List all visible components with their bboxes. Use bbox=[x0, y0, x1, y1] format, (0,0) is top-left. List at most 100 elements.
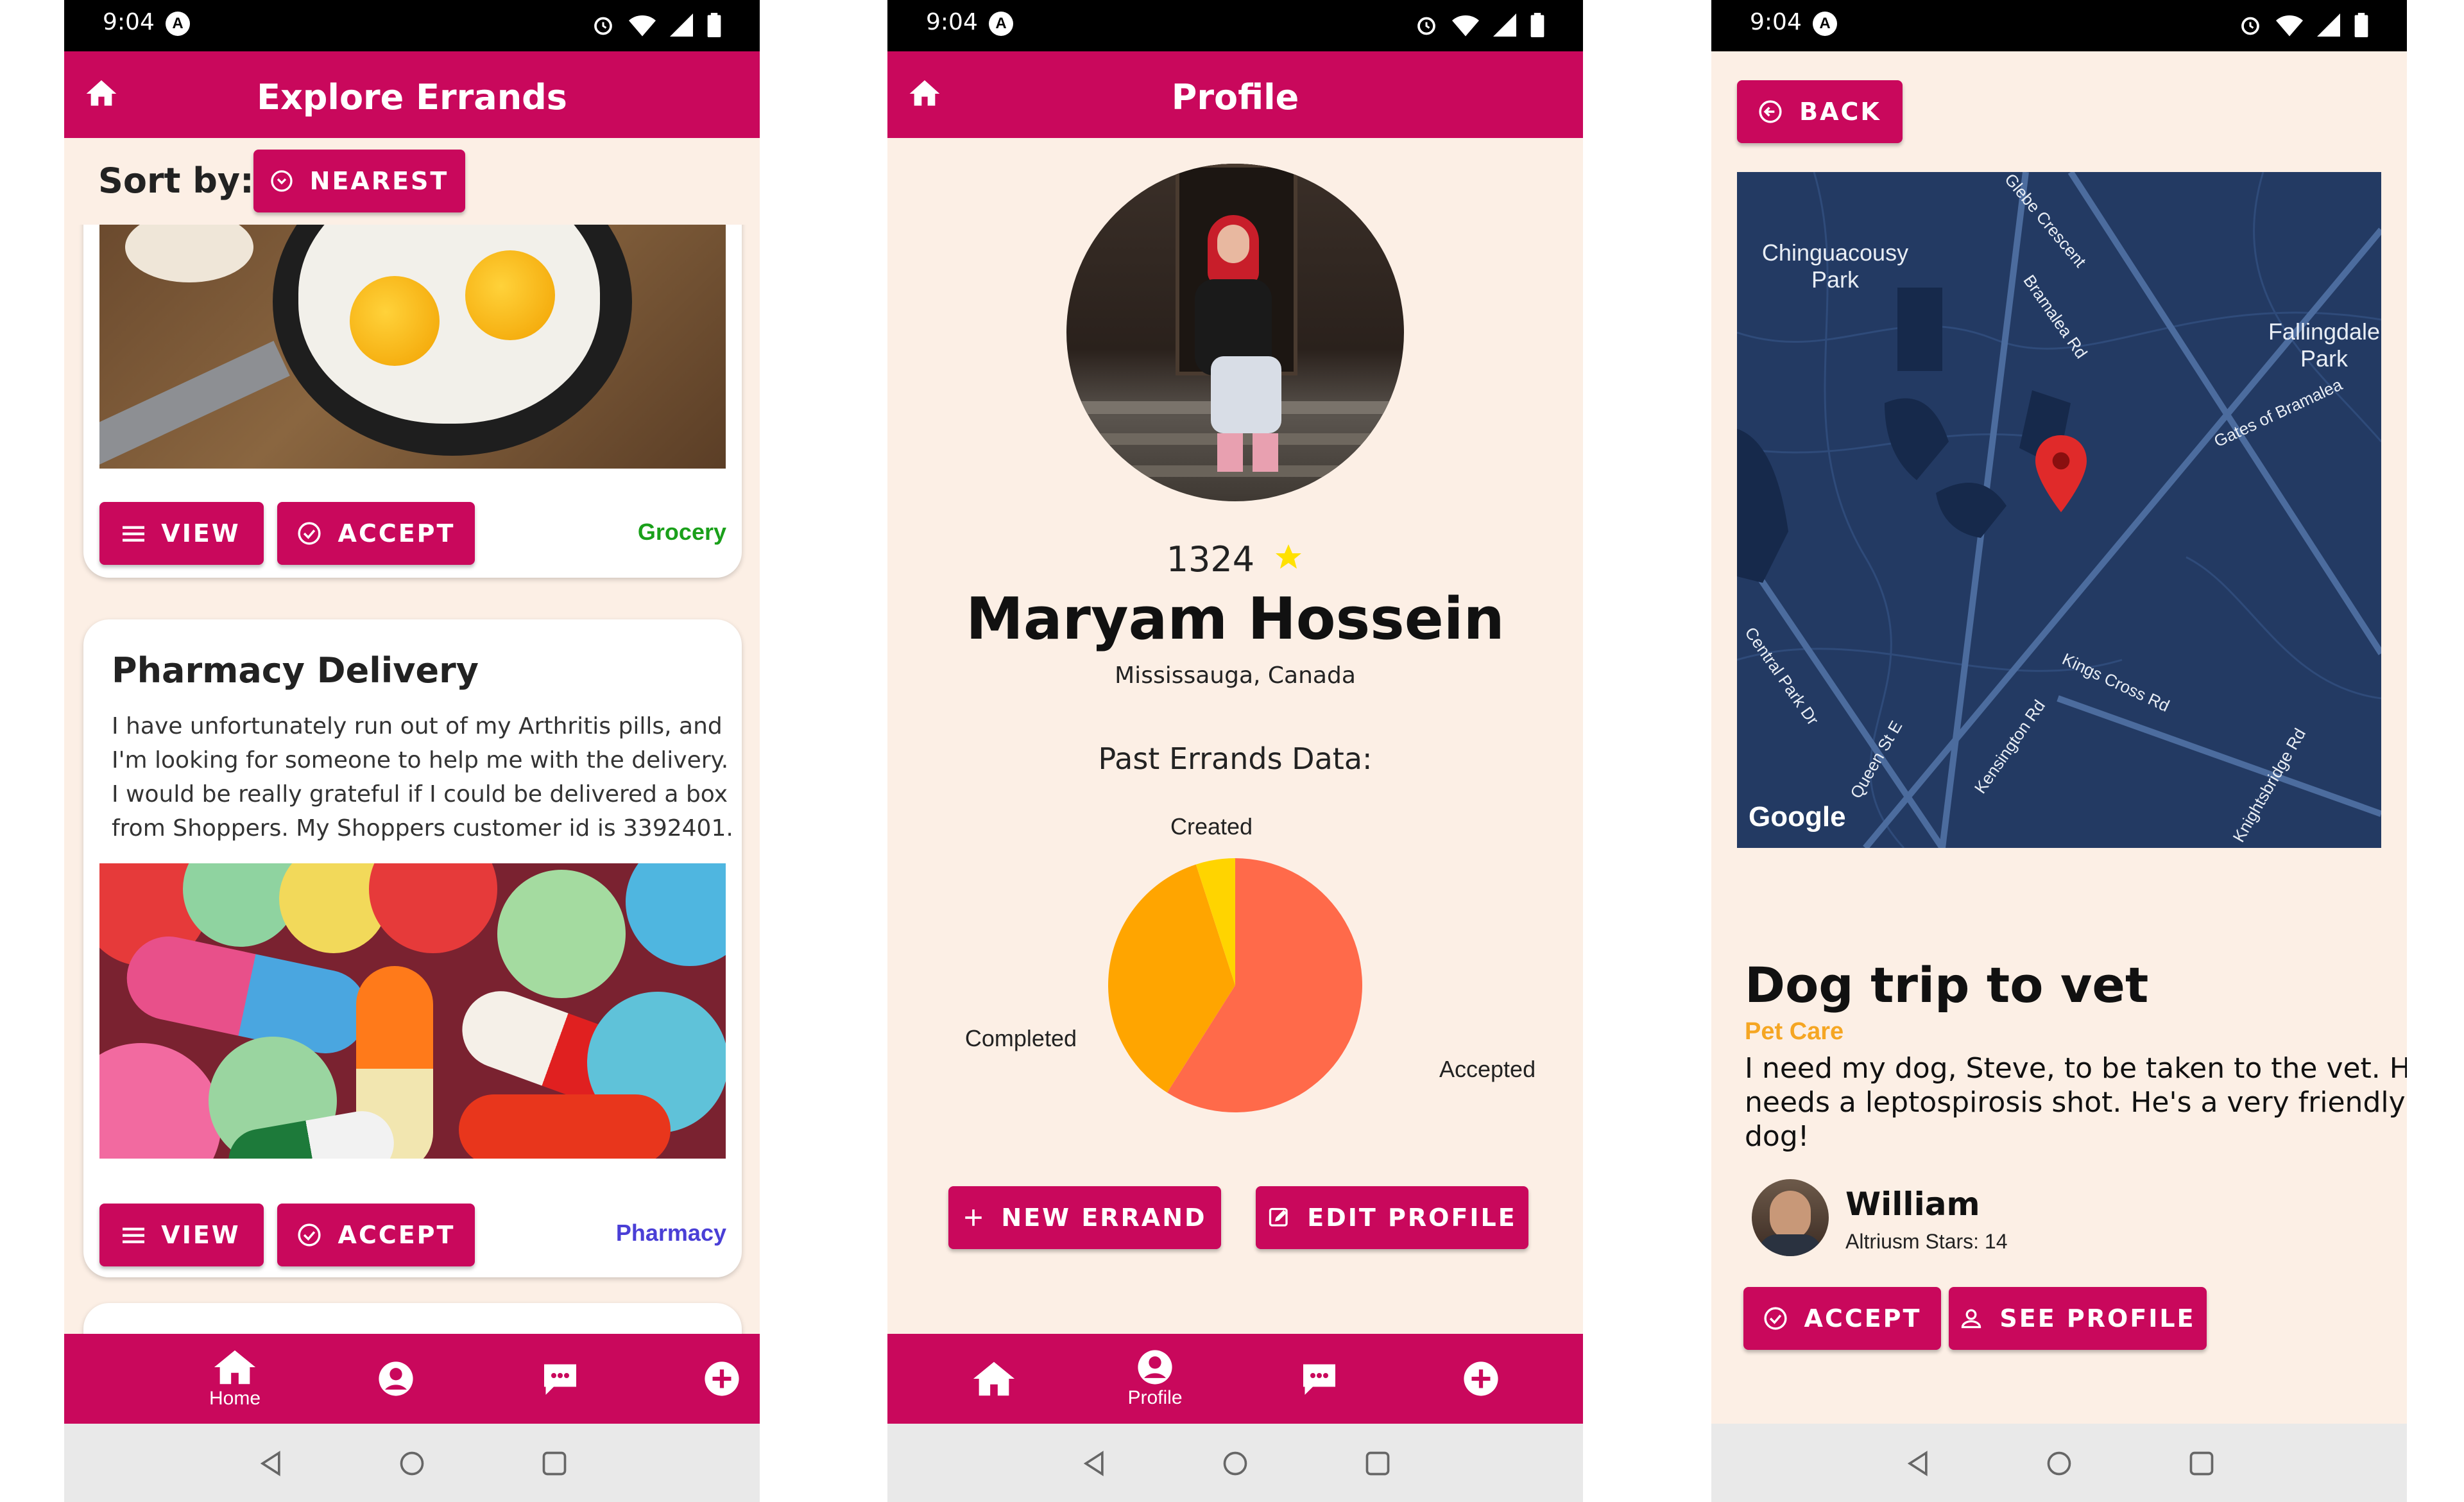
accept-label: ACCEPT bbox=[1804, 1304, 1922, 1333]
nav-messages[interactable] bbox=[1274, 1334, 1364, 1424]
back-triangle-icon[interactable] bbox=[257, 1449, 285, 1478]
home-circle-icon[interactable] bbox=[2045, 1449, 2073, 1478]
nav-home-label: Home bbox=[209, 1388, 261, 1409]
egg-yolk-left bbox=[350, 276, 440, 366]
map-view[interactable]: Chinguacousy Park Fallingdale Park Glebe… bbox=[1737, 172, 2381, 848]
profile-avatar bbox=[1066, 164, 1404, 501]
requester-stars: Altriusm Stars: 14 bbox=[1845, 1230, 2008, 1253]
back-triangle-icon[interactable] bbox=[1904, 1449, 1932, 1478]
sort-label: Sort by: bbox=[98, 160, 254, 201]
app-bar: Explore Errands bbox=[64, 51, 760, 138]
person-icon bbox=[1962, 1309, 1981, 1329]
status-time: 9:04 bbox=[103, 9, 155, 35]
signal-icon bbox=[1493, 13, 1516, 37]
list-icon bbox=[123, 1227, 145, 1243]
home-icon bbox=[973, 1361, 1015, 1396]
chat-icon bbox=[544, 1364, 576, 1395]
check-circle-icon bbox=[297, 522, 321, 545]
errand-card-pharmacy: Pharmacy Delivery I have unfortunately r… bbox=[83, 619, 742, 1277]
category-tag-pharmacy: Pharmacy bbox=[615, 1220, 726, 1246]
map-label-chinguacousy: Chinguacousy Park bbox=[1761, 239, 1909, 293]
check-circle-icon bbox=[1763, 1307, 1787, 1330]
alarm-icon bbox=[2241, 17, 2259, 35]
nav-profile[interactable]: Profile bbox=[1110, 1334, 1200, 1424]
view-label: VIEW bbox=[161, 519, 241, 548]
google-logo: Google bbox=[1749, 801, 1846, 833]
add-circle-icon bbox=[705, 1361, 739, 1396]
status-time: 9:04 bbox=[926, 9, 978, 35]
home-circle-icon[interactable] bbox=[398, 1449, 426, 1478]
wifi-icon bbox=[1452, 15, 1479, 37]
requester-avatar bbox=[1752, 1179, 1829, 1256]
errand-card-grocery: VIEW ACCEPT Grocery bbox=[83, 225, 742, 578]
back-triangle-icon[interactable] bbox=[1080, 1449, 1108, 1478]
errand-card-next bbox=[83, 1303, 742, 1334]
view-label: VIEW bbox=[161, 1221, 241, 1249]
nav-profile-label: Profile bbox=[1127, 1387, 1183, 1408]
system-nav-bar bbox=[64, 1424, 760, 1502]
star-icon bbox=[1276, 544, 1302, 569]
add-circle-icon bbox=[1464, 1361, 1498, 1396]
errand-description: I have unfortunately run out of my Arthr… bbox=[112, 713, 733, 842]
past-errands-pie-chart: Accepted Completed Created bbox=[965, 813, 1536, 1112]
chevron-down-circle-icon bbox=[271, 170, 293, 192]
notification-icon: A bbox=[166, 12, 190, 36]
profile-screen: 9:04 A Profile 1324 Maryam Hossein Missi… bbox=[887, 0, 1583, 1502]
pie-label-created: Created bbox=[1170, 813, 1253, 840]
accept-button[interactable]: ACCEPT bbox=[277, 502, 475, 565]
see-profile-button[interactable]: SEE PROFILE bbox=[1949, 1287, 2207, 1350]
app-bar: Profile bbox=[887, 51, 1583, 138]
errand-category: Pet Care bbox=[1745, 1018, 1844, 1045]
recents-square-icon[interactable] bbox=[540, 1449, 569, 1478]
nav-add[interactable] bbox=[1436, 1334, 1526, 1424]
profile-name: Maryam Hossein bbox=[966, 585, 1505, 653]
chart-heading: Past Errands Data: bbox=[1098, 741, 1373, 776]
map-label-fallingdale: Fallingdale Park bbox=[2268, 318, 2381, 372]
status-bar: 9:04 A bbox=[1711, 0, 2407, 51]
back-button[interactable]: BACK bbox=[1737, 80, 1903, 143]
errand-list[interactable]: VIEW ACCEPT Grocery Pharmacy Delivery I … bbox=[64, 225, 760, 1334]
requester-name[interactable]: William bbox=[1845, 1186, 1980, 1223]
recents-square-icon[interactable] bbox=[2187, 1449, 2216, 1478]
wifi-icon bbox=[629, 15, 656, 37]
recents-square-icon[interactable] bbox=[1364, 1449, 1392, 1478]
edit-icon bbox=[1269, 1207, 1288, 1227]
accept-label: ACCEPT bbox=[338, 519, 456, 548]
alarm-icon bbox=[1417, 17, 1435, 35]
home-circle-icon[interactable] bbox=[1221, 1449, 1249, 1478]
sort-nearest-button[interactable]: NEAREST bbox=[253, 150, 465, 212]
nav-profile[interactable] bbox=[351, 1334, 441, 1424]
accept-button[interactable]: ACCEPT bbox=[1743, 1287, 1941, 1350]
battery-icon bbox=[707, 13, 721, 37]
status-bar: 9:04 A bbox=[64, 0, 760, 51]
errand-title: Pharmacy Delivery bbox=[112, 650, 479, 691]
system-nav-bar bbox=[1711, 1424, 2407, 1502]
nav-add[interactable] bbox=[677, 1334, 760, 1424]
nav-home[interactable] bbox=[949, 1334, 1039, 1424]
accept-button[interactable]: ACCEPT bbox=[277, 1204, 475, 1266]
nav-messages[interactable] bbox=[515, 1334, 605, 1424]
status-icons bbox=[592, 12, 721, 39]
profile-icon bbox=[1138, 1350, 1172, 1385]
nav-home[interactable]: Home bbox=[190, 1334, 280, 1424]
see-profile-label: SEE PROFILE bbox=[1999, 1304, 2196, 1333]
bottom-nav: Home bbox=[64, 1334, 760, 1424]
edit-profile-button[interactable]: EDIT PROFILE bbox=[1256, 1186, 1528, 1249]
view-button[interactable]: VIEW bbox=[99, 502, 264, 565]
errand-title: Dog trip to vet bbox=[1745, 956, 2149, 1014]
list-icon bbox=[123, 526, 145, 542]
plus-icon bbox=[965, 1209, 982, 1226]
profile-icon bbox=[379, 1361, 413, 1396]
status-icons bbox=[1415, 12, 1544, 39]
pie-label-accepted: Accepted bbox=[1439, 1056, 1536, 1082]
new-errand-button[interactable]: NEW ERRAND bbox=[948, 1186, 1221, 1249]
errand-image-pills bbox=[99, 863, 726, 1159]
chat-icon bbox=[1303, 1364, 1335, 1395]
errand-image-eggs bbox=[99, 225, 726, 469]
egg-shell bbox=[125, 225, 253, 282]
pie-label-completed: Completed bbox=[965, 1025, 1077, 1051]
home-icon bbox=[214, 1350, 256, 1385]
star-rating: 1324 bbox=[887, 539, 1583, 580]
view-button[interactable]: VIEW bbox=[99, 1204, 264, 1266]
page-title: Profile bbox=[1171, 77, 1299, 117]
